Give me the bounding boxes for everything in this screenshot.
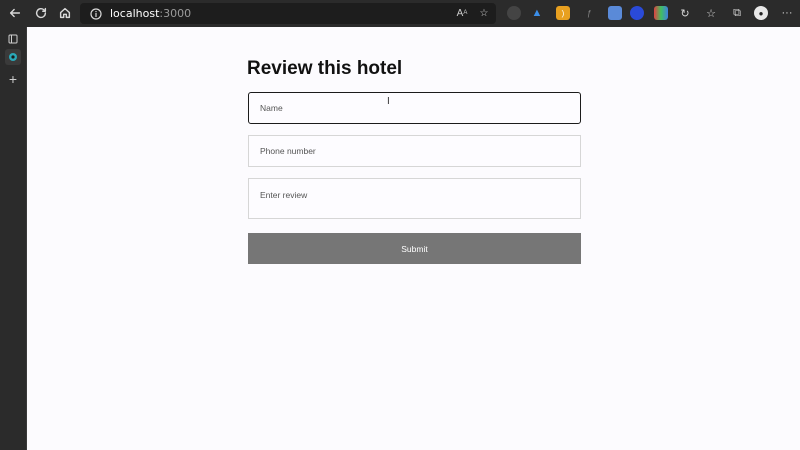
home-icon[interactable] <box>54 2 76 24</box>
more-icon[interactable]: ··· <box>780 6 794 20</box>
submit-button[interactable]: Submit <box>248 233 581 264</box>
info-icon[interactable] <box>88 6 104 22</box>
browser-sidebar: + <box>0 27 27 450</box>
favorite-add-icon[interactable]: ☆ <box>476 5 492 21</box>
name-input[interactable] <box>248 92 581 124</box>
page-title: Review this hotel <box>247 58 403 79</box>
extension-icon[interactable] <box>654 6 668 20</box>
tab-actions-icon[interactable] <box>5 31 21 47</box>
extension-icon[interactable] <box>608 6 622 20</box>
url-port: :3000 <box>159 7 192 20</box>
phone-input[interactable] <box>248 135 581 167</box>
collections-icon[interactable]: ⧉ <box>730 6 744 20</box>
url-host: localhost <box>110 7 160 20</box>
refresh-extension-icon[interactable]: ↻ <box>678 6 692 20</box>
back-arrow-icon[interactable] <box>4 2 26 24</box>
rss-extension-icon[interactable]: ) <box>556 6 570 20</box>
text-cursor-icon: I <box>387 96 390 107</box>
page-content: Review this hotel Submit I <box>27 27 800 450</box>
review-textarea[interactable] <box>248 178 581 219</box>
favorites-icon[interactable]: ☆ <box>704 6 718 20</box>
profile-icon[interactable]: ● <box>754 6 768 20</box>
extension-icon[interactable] <box>630 6 644 20</box>
extension-icon[interactable]: ▲ <box>530 6 544 20</box>
active-tab-icon[interactable] <box>5 49 21 65</box>
address-actions: AA ☆ <box>454 5 492 21</box>
address-bar[interactable]: localhost:3000 AA ☆ <box>80 3 496 24</box>
extension-icon[interactable]: ƒ <box>582 6 596 20</box>
url-text[interactable]: localhost:3000 <box>110 7 191 20</box>
refresh-icon[interactable] <box>30 2 52 24</box>
browser-toolbar: localhost:3000 AA ☆ ▲ ) ƒ ↻ ☆ ⧉ ● ··· <box>0 0 800 27</box>
extension-icon[interactable] <box>507 6 521 20</box>
read-aloud-icon[interactable]: AA <box>454 5 470 21</box>
new-tab-icon[interactable]: + <box>5 71 21 87</box>
